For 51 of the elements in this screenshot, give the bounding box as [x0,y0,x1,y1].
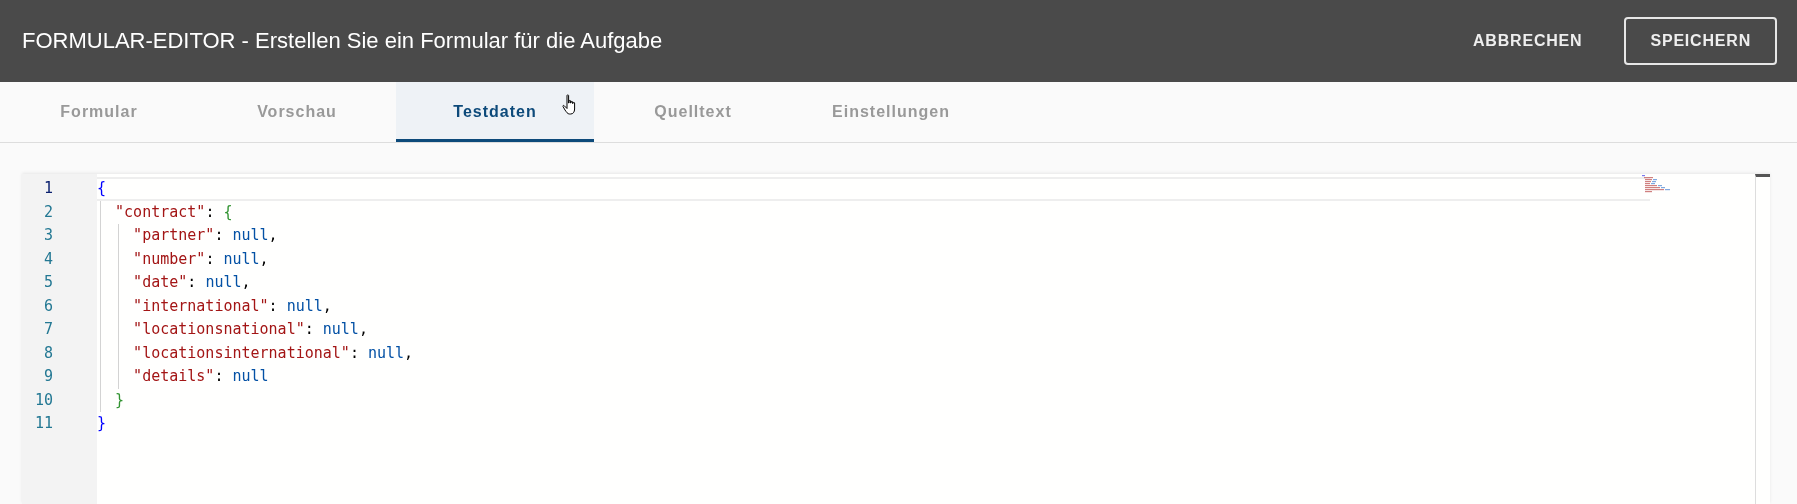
scrollbar[interactable] [1755,174,1770,504]
code-token: null [205,273,242,291]
code-token: null [322,320,359,338]
cancel-button[interactable]: ABBRECHEN [1447,17,1609,65]
line-number: 5 [42,272,54,293]
code-token: : [268,296,279,315]
code-token: : [214,226,225,244]
code-token: "contract" [114,202,206,221]
code-token: , [404,343,414,362]
line-number: 7 [42,319,54,340]
code-token: "locationsnational" [132,320,305,338]
code-token: , [268,226,278,244]
code-token: "locationsinternational" [132,343,350,362]
code-token: "date" [132,273,188,291]
line-number: 9 [42,366,54,387]
code-token: , [358,320,368,338]
line-number: 8 [42,342,54,364]
line-number: 11 [33,413,54,434]
hand-cursor-icon [562,94,578,116]
line-number: 1 [42,178,54,199]
code-token: } [97,414,107,432]
code-token: : [205,249,216,268]
code-token: { [97,179,107,197]
code-token: , [259,249,269,268]
code-token: : [205,202,216,221]
code-token: null [367,343,405,362]
code-editor[interactable]: 1 2 3 4 5 6 7 8 9 10 11 { "contract": { "partner": null, "number": null, "date": null, "international": null, "locationsnational": null, "locationsinternational": null, "details": null } } [22,174,1770,504]
code-token: : [187,273,198,291]
code-token: : [214,367,225,385]
code-token: } [114,390,125,409]
line-number: 2 [42,201,54,223]
tab[interactable]: Testdaten [396,82,594,142]
code-token: { [223,202,233,221]
code-token: "details" [132,367,215,385]
line-number: 4 [42,248,54,270]
line-number: 3 [42,225,54,246]
code-token: null [223,249,260,268]
code-token: null [286,296,323,315]
code-token: : [349,343,360,362]
code-token: null [232,226,269,244]
line-number: 10 [33,389,54,411]
code-token: "international" [132,296,269,315]
save-button[interactable]: SPEICHERN [1624,17,1777,65]
code-token: "number" [132,249,206,268]
code-token: null [232,367,269,385]
code-token: "partner" [132,226,215,244]
window-title: FORMULAR-EDITOR - Erstellen Sie ein Formular für die Aufgabe [22,28,663,54]
code-token: , [241,273,251,291]
code-token: : [304,320,315,338]
code-token: , [322,296,332,315]
line-number: 6 [42,295,54,317]
